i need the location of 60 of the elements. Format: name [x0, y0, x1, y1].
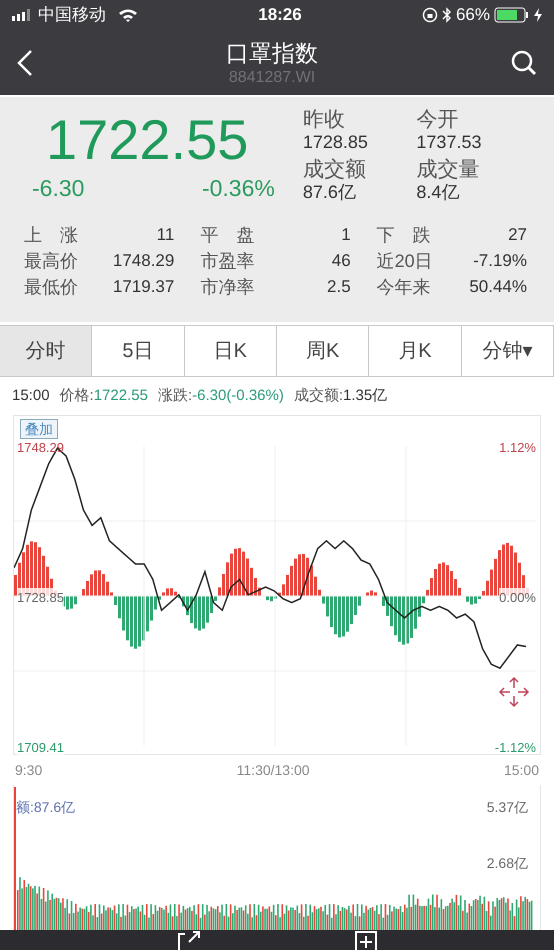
battery-icon	[494, 7, 530, 23]
stat-value: 50.44%	[469, 276, 527, 298]
info-label: 成交额:	[294, 386, 344, 406]
axis-label: 5.37亿	[486, 798, 528, 817]
stat-label: 近20日	[376, 250, 433, 272]
rotation-lock-icon	[422, 7, 438, 23]
info-time: 15:00	[12, 386, 50, 406]
time-label: 15:00	[504, 760, 539, 780]
share-icon[interactable]	[176, 930, 200, 950]
stat-label: 市净率	[200, 276, 254, 298]
axis-label: -1.12%	[494, 739, 536, 757]
axis-label: 2.68亿	[486, 854, 528, 873]
expand-icon[interactable]	[498, 676, 530, 708]
stat-value: 46	[332, 250, 351, 272]
clock: 18:26	[258, 4, 302, 26]
stat-label: 最高价	[24, 250, 78, 272]
carrier-name: 中国移动	[38, 4, 106, 26]
index-title: 口罩指数	[226, 38, 318, 68]
stat-value: 8.4亿	[416, 181, 460, 204]
stat-label: 下 跌	[376, 224, 431, 246]
stat-value: 1748.29	[112, 250, 174, 272]
last-price: 1722.55	[45, 109, 250, 171]
stat-value: 27	[508, 224, 527, 246]
battery-percent: 66%	[456, 4, 490, 26]
stat-label: 成交量	[416, 159, 480, 182]
stat-value: 2.5	[327, 276, 351, 298]
time-label: 9:30	[15, 760, 42, 780]
back-icon[interactable]	[16, 48, 34, 76]
wifi-icon	[118, 8, 138, 22]
stat-label: 最低价	[24, 276, 78, 298]
stat-value: -7.19%	[473, 250, 527, 272]
info-label: 涨跌:	[158, 386, 192, 406]
stat-value: 1719.37	[112, 276, 174, 298]
add-icon[interactable]	[354, 930, 378, 950]
stat-value: 1728.85	[302, 131, 369, 153]
stat-label: 今年来	[376, 276, 431, 298]
stat-label: 市盈率	[200, 250, 254, 272]
axis-label: 1728.85	[17, 588, 64, 608]
stat-value: 1737.53	[416, 131, 482, 153]
price-change: -6.30	[32, 174, 84, 203]
info-value: 1.35亿	[343, 386, 388, 406]
charging-icon	[534, 8, 542, 22]
stat-label: 上 涨	[24, 224, 78, 246]
stat-label: 今开	[416, 109, 460, 131]
period-tab[interactable]: 分时	[0, 326, 92, 376]
info-label: 价格:	[60, 386, 94, 406]
stat-value: 87.6亿	[302, 181, 357, 204]
stat-value: 11	[156, 224, 174, 246]
info-value: -6.30(-0.36%)	[192, 386, 284, 406]
stat-label: 成交额	[302, 159, 367, 182]
stat-label: 昨收	[302, 109, 346, 131]
info-value: 1722.55	[94, 386, 148, 406]
stat-label: 平 盘	[200, 224, 254, 246]
volume-label: 额:87.6亿	[16, 798, 76, 817]
search-icon[interactable]	[510, 48, 538, 76]
time-label: 11:30/13:00	[236, 760, 310, 780]
stat-value: 1	[341, 224, 351, 246]
axis-label: 1748.29	[17, 439, 64, 457]
percent-change: -0.36%	[202, 174, 275, 203]
bluetooth-icon	[442, 7, 452, 23]
